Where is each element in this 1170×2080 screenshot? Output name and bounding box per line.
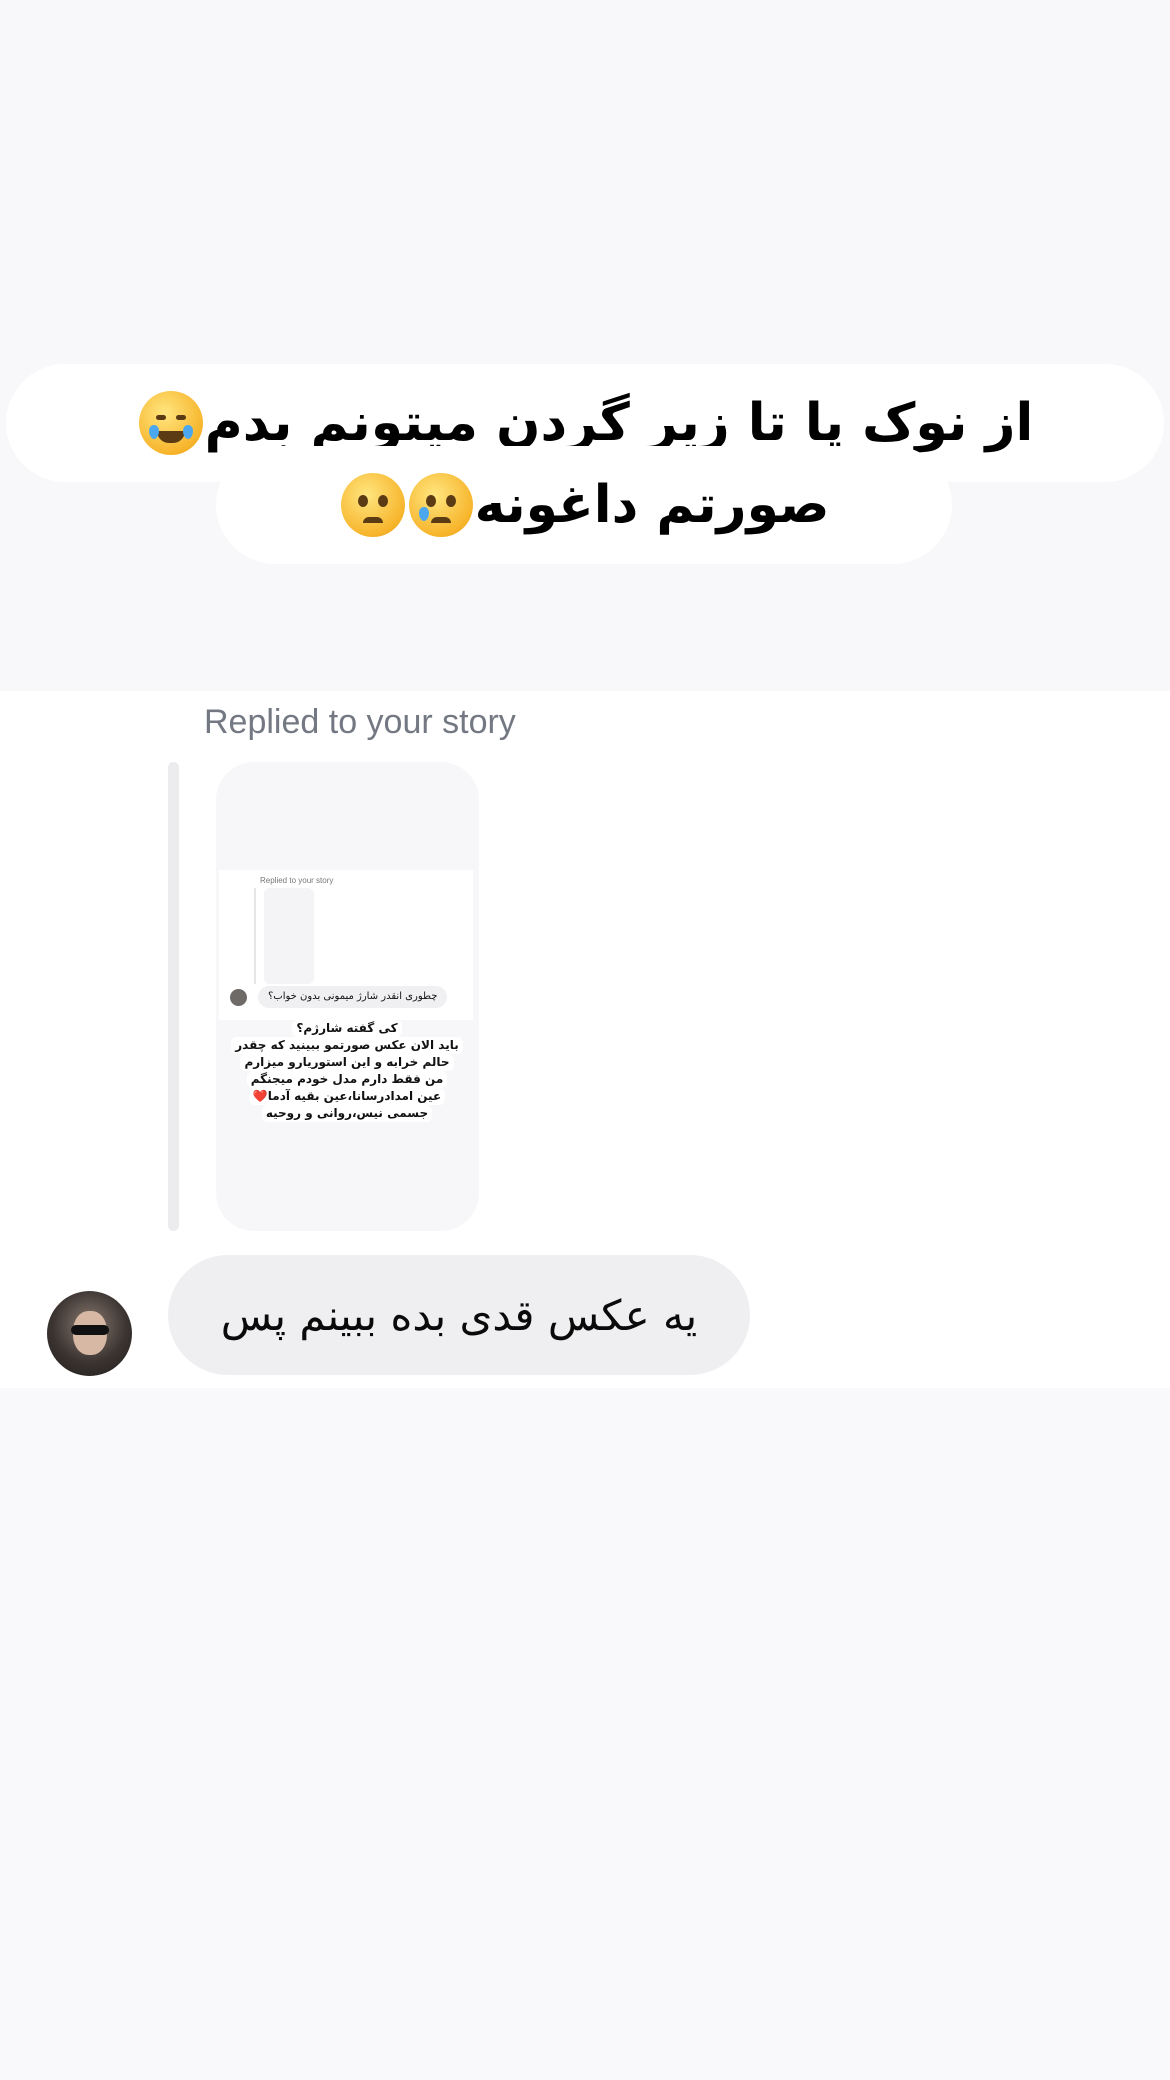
face-with-tears-of-joy-icon: [138, 391, 203, 455]
thumbnail-caption-line: کی گفته شارژم؟: [292, 1020, 402, 1037]
story-line-1-text: از نوک پا تا زیر گردن میتونم بدم: [204, 393, 1034, 453]
message-bubble[interactable]: یه عکس قدی بده ببینم پس: [168, 1255, 750, 1375]
thumbnail-caption: کی گفته شارژم؟ باید الان عکس صورتمو ببین…: [222, 1020, 472, 1122]
dm-screen: از نوک پا تا زیر گردن میتونم بدم صورتم د…: [0, 0, 1170, 2080]
chat-thread[interactable]: Replied to your story Replied to your st…: [0, 691, 1170, 1388]
story-text-line-2: صورتم داغونه: [216, 446, 952, 564]
thumbnail-chat-line: چطوری انقدر شارژ میمونی بدون خواب؟: [230, 986, 448, 1008]
thumbnail-reply-bar: [254, 888, 256, 984]
thumbnail-caption-line: باید الان عکس صورتمو ببینید که چقدر: [231, 1037, 463, 1054]
replied-to-story-label: Replied to your story: [204, 703, 516, 741]
thumbnail-replied-label: Replied to your story: [260, 876, 334, 885]
thumbnail-caption-line: عین امدادرسانا،عین بقیه آدما❤️: [248, 1088, 446, 1105]
sunglasses-icon: [71, 1325, 109, 1335]
crying-face-icon: [408, 473, 473, 537]
thumbnail-mini-story: [264, 888, 314, 984]
thumbnail-caption-line: جسمی نیس،روانی و روحیه: [261, 1105, 433, 1122]
reply-indicator-bar: [168, 762, 179, 1231]
user-avatar[interactable]: [47, 1291, 132, 1376]
empty-chat-area: [0, 1388, 1170, 2080]
pleading-face-icon: [340, 473, 405, 537]
thumbnail-caption-line: حالم خرابه و این استوریارو میزارم: [240, 1054, 454, 1071]
message-text: یه عکس قدی بده ببینم پس: [220, 1290, 698, 1340]
thumbnail-chat-message: چطوری انقدر شارژ میمونی بدون خواب؟: [258, 986, 448, 1008]
thumbnail-caption-line: من فقط دارم مدل خودم میجنگم: [246, 1071, 448, 1088]
story-preview-area: از نوک پا تا زیر گردن میتونم بدم صورتم د…: [0, 0, 1170, 691]
story-line-2-text: صورتم داغونه: [474, 475, 830, 535]
story-thumbnail[interactable]: Replied to your story چطوری انقدر شارژ م…: [216, 762, 479, 1231]
thumbnail-avatar: [230, 989, 247, 1006]
